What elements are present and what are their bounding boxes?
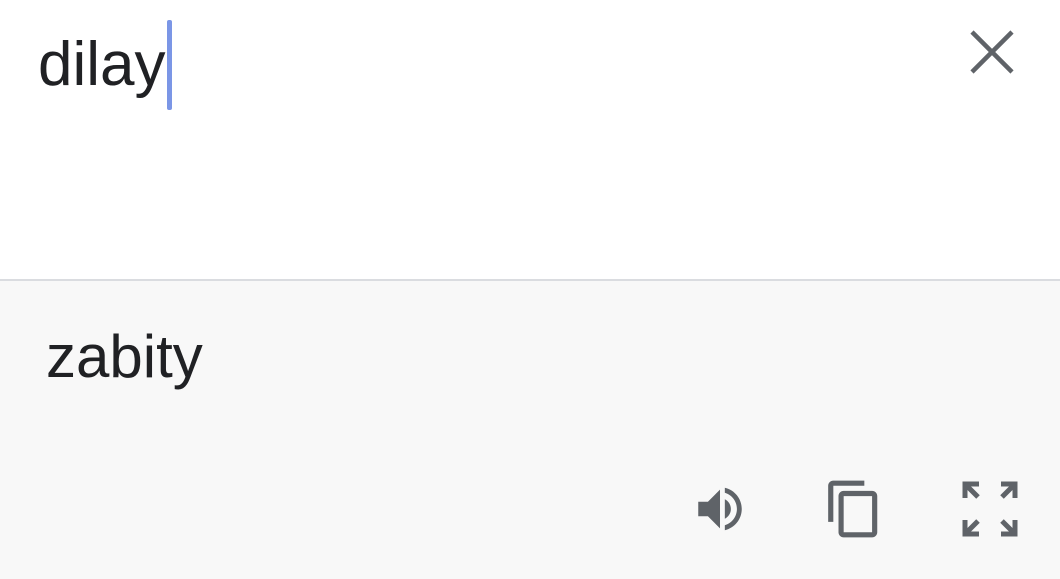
text-cursor (166, 20, 172, 110)
fullscreen-icon (962, 481, 1018, 537)
translated-text: zabity (46, 323, 203, 390)
translate-app: dilay zabity (0, 0, 1060, 579)
source-input-panel[interactable]: dilay (0, 0, 1060, 279)
copy-button[interactable] (822, 477, 886, 541)
source-text-input[interactable]: dilay (38, 20, 172, 110)
speaker-icon (698, 487, 742, 531)
copy-icon (828, 480, 878, 538)
close-icon (970, 30, 1014, 74)
source-text-value: dilay (38, 30, 166, 99)
listen-button[interactable] (688, 477, 752, 541)
fullscreen-button[interactable] (958, 477, 1022, 541)
clear-input-button[interactable] (962, 22, 1022, 82)
translation-output-panel: zabity (0, 281, 1060, 579)
